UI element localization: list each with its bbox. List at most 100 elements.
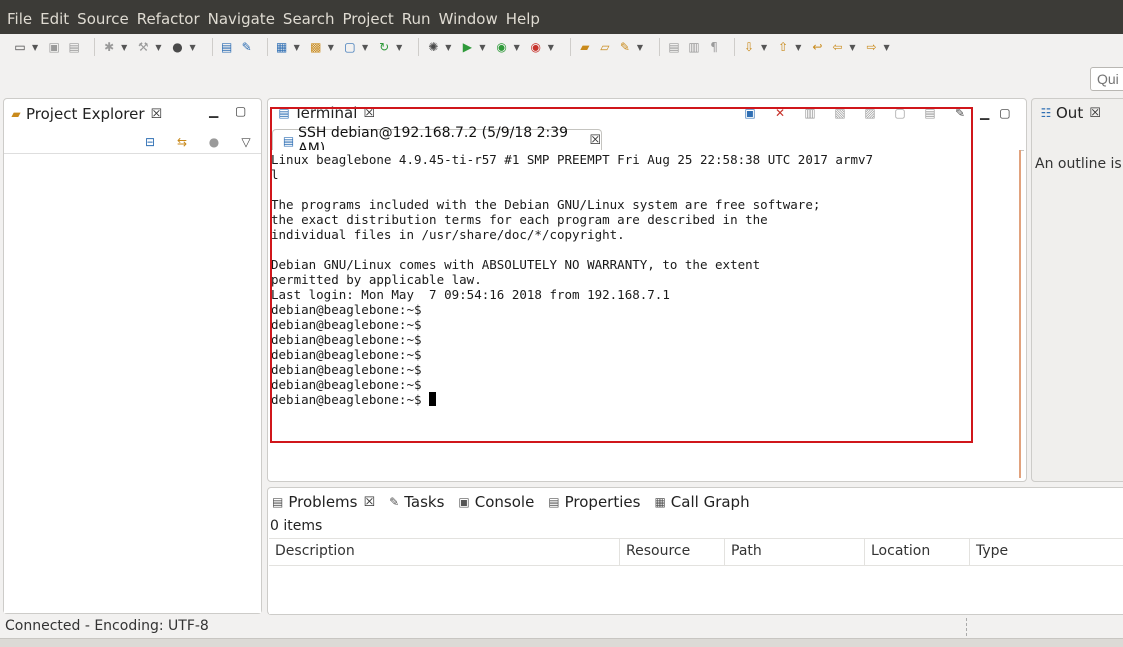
problems-icon: ▤ bbox=[272, 495, 284, 509]
maximize-icon[interactable]: ▢ bbox=[999, 106, 1010, 120]
stop-icon[interactable]: ◉ bbox=[528, 39, 544, 55]
prev-annotation-icon[interactable]: ⇧ bbox=[775, 39, 791, 55]
column-location[interactable]: Location bbox=[865, 539, 970, 565]
tab-tasks[interactable]: ✎ Tasks bbox=[389, 493, 444, 511]
next-annotation-dropdown-icon[interactable]: ▼ bbox=[761, 43, 767, 52]
menu-edit[interactable]: Edit bbox=[37, 4, 72, 34]
open-terminal-icon[interactable]: ▣ bbox=[742, 105, 758, 121]
annotation-icon[interactable]: ▤ bbox=[666, 39, 682, 55]
close-icon[interactable]: ☒ bbox=[1089, 106, 1101, 121]
new-project-icon[interactable]: ▦ bbox=[274, 39, 290, 55]
column-path[interactable]: Path bbox=[725, 539, 865, 565]
column-resource[interactable]: Resource bbox=[620, 539, 725, 565]
new-dropdown-icon[interactable]: ▼ bbox=[32, 43, 38, 52]
pin-view-icon[interactable]: ▨ bbox=[862, 105, 878, 121]
menu-project[interactable]: Project bbox=[339, 4, 396, 34]
tab-call-graph[interactable]: ▦ Call Graph bbox=[654, 493, 749, 511]
terminal-tab[interactable]: ▤ Terminal ☒ bbox=[274, 104, 375, 122]
new-icon[interactable]: ▭ bbox=[12, 39, 28, 55]
bug-dropdown-icon[interactable]: ▼ bbox=[445, 43, 451, 52]
ssh-session-tab[interactable]: ▤ SSH debian@192.168.7.2 (5/9/18 2:39 AM… bbox=[272, 125, 602, 157]
tab-problems[interactable]: ▤ Problems ☒ bbox=[272, 493, 375, 511]
forward-icon[interactable]: ⇨ bbox=[864, 39, 880, 55]
back-icon[interactable]: ⇦ bbox=[829, 39, 845, 55]
outline-tab[interactable]: ☷ Out ☒ bbox=[1036, 104, 1101, 122]
menu-refactor[interactable]: Refactor bbox=[134, 4, 203, 34]
close-icon[interactable]: ☒ bbox=[363, 495, 375, 510]
paste-icon[interactable]: ▤ bbox=[922, 105, 938, 121]
doc-icon[interactable]: ▤ bbox=[219, 39, 235, 55]
column-description[interactable]: Description bbox=[269, 539, 620, 565]
close-icon[interactable]: ☒ bbox=[363, 106, 375, 121]
profile-icon[interactable]: ● bbox=[169, 39, 185, 55]
menu-source[interactable]: Source bbox=[74, 4, 132, 34]
build-icon[interactable]: ⚒ bbox=[135, 39, 151, 55]
run-dropdown-icon[interactable]: ▼ bbox=[479, 43, 485, 52]
disconnect-icon[interactable]: ✕ bbox=[772, 105, 788, 121]
forward-dropdown-icon[interactable]: ▼ bbox=[884, 43, 890, 52]
clear-icon[interactable]: ▧ bbox=[832, 105, 848, 121]
menu-file[interactable]: File bbox=[4, 4, 35, 34]
tab-label: Call Graph bbox=[670, 493, 750, 511]
search-dropdown-icon[interactable]: ▼ bbox=[637, 43, 643, 52]
scroll-lock-icon[interactable]: ▥ bbox=[802, 105, 818, 121]
debug-dropdown-icon[interactable]: ▼ bbox=[121, 43, 127, 52]
new-class-dropdown-icon[interactable]: ▼ bbox=[328, 43, 334, 52]
prev-annotation-dropdown-icon[interactable]: ▼ bbox=[795, 43, 801, 52]
open-type-icon[interactable]: ▱ bbox=[597, 39, 613, 55]
paragraph-icon[interactable]: ¶ bbox=[706, 39, 722, 55]
back-dropdown-icon[interactable]: ▼ bbox=[849, 43, 855, 52]
quick-access-input[interactable] bbox=[1090, 67, 1123, 91]
link-editor-icon[interactable]: ⇆ bbox=[174, 134, 190, 150]
menu-navigate[interactable]: Navigate bbox=[205, 4, 278, 34]
next-annotation-icon[interactable]: ⇩ bbox=[741, 39, 757, 55]
pin-icon[interactable]: ✎ bbox=[239, 39, 255, 55]
tab-console[interactable]: ▣ Console bbox=[458, 493, 534, 511]
refresh-dropdown-icon[interactable]: ▼ bbox=[396, 43, 402, 52]
filter-icon[interactable]: ● bbox=[206, 134, 222, 150]
new-project-dropdown-icon[interactable]: ▼ bbox=[294, 43, 300, 52]
last-edit-icon[interactable]: ↩ bbox=[809, 39, 825, 55]
column-type[interactable]: Type bbox=[970, 539, 1120, 565]
toolbar-separator bbox=[734, 38, 736, 56]
search-icon[interactable]: ✎ bbox=[617, 39, 633, 55]
build-dropdown-icon[interactable]: ▼ bbox=[155, 43, 161, 52]
project-explorer-tree[interactable] bbox=[4, 153, 261, 613]
stop-dropdown-icon[interactable]: ▼ bbox=[548, 43, 554, 52]
terminal-line: l bbox=[271, 167, 279, 182]
minimize-icon[interactable]: ▁ bbox=[209, 104, 218, 118]
open-folder-icon[interactable]: ▰ bbox=[577, 39, 593, 55]
terminal-line: debian@beaglebone:~$ bbox=[271, 362, 422, 377]
tab-properties[interactable]: ▤ Properties bbox=[548, 493, 640, 511]
bottom-tabs: ▤ Problems ☒ ✎ Tasks ▣ Console ▤ Propert… bbox=[272, 493, 750, 511]
run-config-icon[interactable]: ◉ bbox=[494, 39, 510, 55]
settings-icon[interactable]: ✎ bbox=[952, 105, 968, 121]
view-menu-icon[interactable]: ▽ bbox=[238, 134, 254, 150]
menu-window[interactable]: Window bbox=[436, 4, 501, 34]
new-file-icon[interactable]: ▢ bbox=[342, 39, 358, 55]
outline-title: Out bbox=[1056, 104, 1084, 122]
menu-search[interactable]: Search bbox=[280, 4, 338, 34]
copy-icon[interactable]: ▢ bbox=[892, 105, 908, 121]
collapse-all-icon[interactable]: ⊟ bbox=[142, 134, 158, 150]
block-icon[interactable]: ▥ bbox=[686, 39, 702, 55]
save-all-icon[interactable]: ▤ bbox=[66, 39, 82, 55]
terminal-output[interactable]: Linux beaglebone 4.9.45-ti-r57 #1 SMP PR… bbox=[270, 150, 1021, 478]
run-config-dropdown-icon[interactable]: ▼ bbox=[514, 43, 520, 52]
run-icon[interactable]: ▶ bbox=[459, 39, 475, 55]
project-explorer-tab[interactable]: ▰ Project Explorer ☒ bbox=[6, 104, 162, 124]
menu-run[interactable]: Run bbox=[399, 4, 434, 34]
refresh-icon[interactable]: ↻ bbox=[376, 39, 392, 55]
bug-icon[interactable]: ✺ bbox=[425, 39, 441, 55]
profile-dropdown-icon[interactable]: ▼ bbox=[189, 43, 195, 52]
folder-icon: ▰ bbox=[11, 107, 21, 121]
new-class-icon[interactable]: ▩ bbox=[308, 39, 324, 55]
debug-icon[interactable]: ✱ bbox=[101, 39, 117, 55]
menu-help[interactable]: Help bbox=[503, 4, 543, 34]
close-icon[interactable]: ☒ bbox=[151, 107, 163, 122]
main-toolbar: ▭ ▼ ▣ ▤ ✱ ▼ ⚒ ▼ ● ▼ ▤ ✎ ▦ ▼ ▩ ▼ ▢ ▼ ↻ ▼ ✺ ▼ ▶ ▼ ◉ ▼… bbox=[0, 34, 1123, 60]
new-file-dropdown-icon[interactable]: ▼ bbox=[362, 43, 368, 52]
maximize-icon[interactable]: ▢ bbox=[235, 104, 246, 118]
minimize-icon[interactable]: ▁ bbox=[980, 106, 989, 120]
save-icon[interactable]: ▣ bbox=[46, 39, 62, 55]
